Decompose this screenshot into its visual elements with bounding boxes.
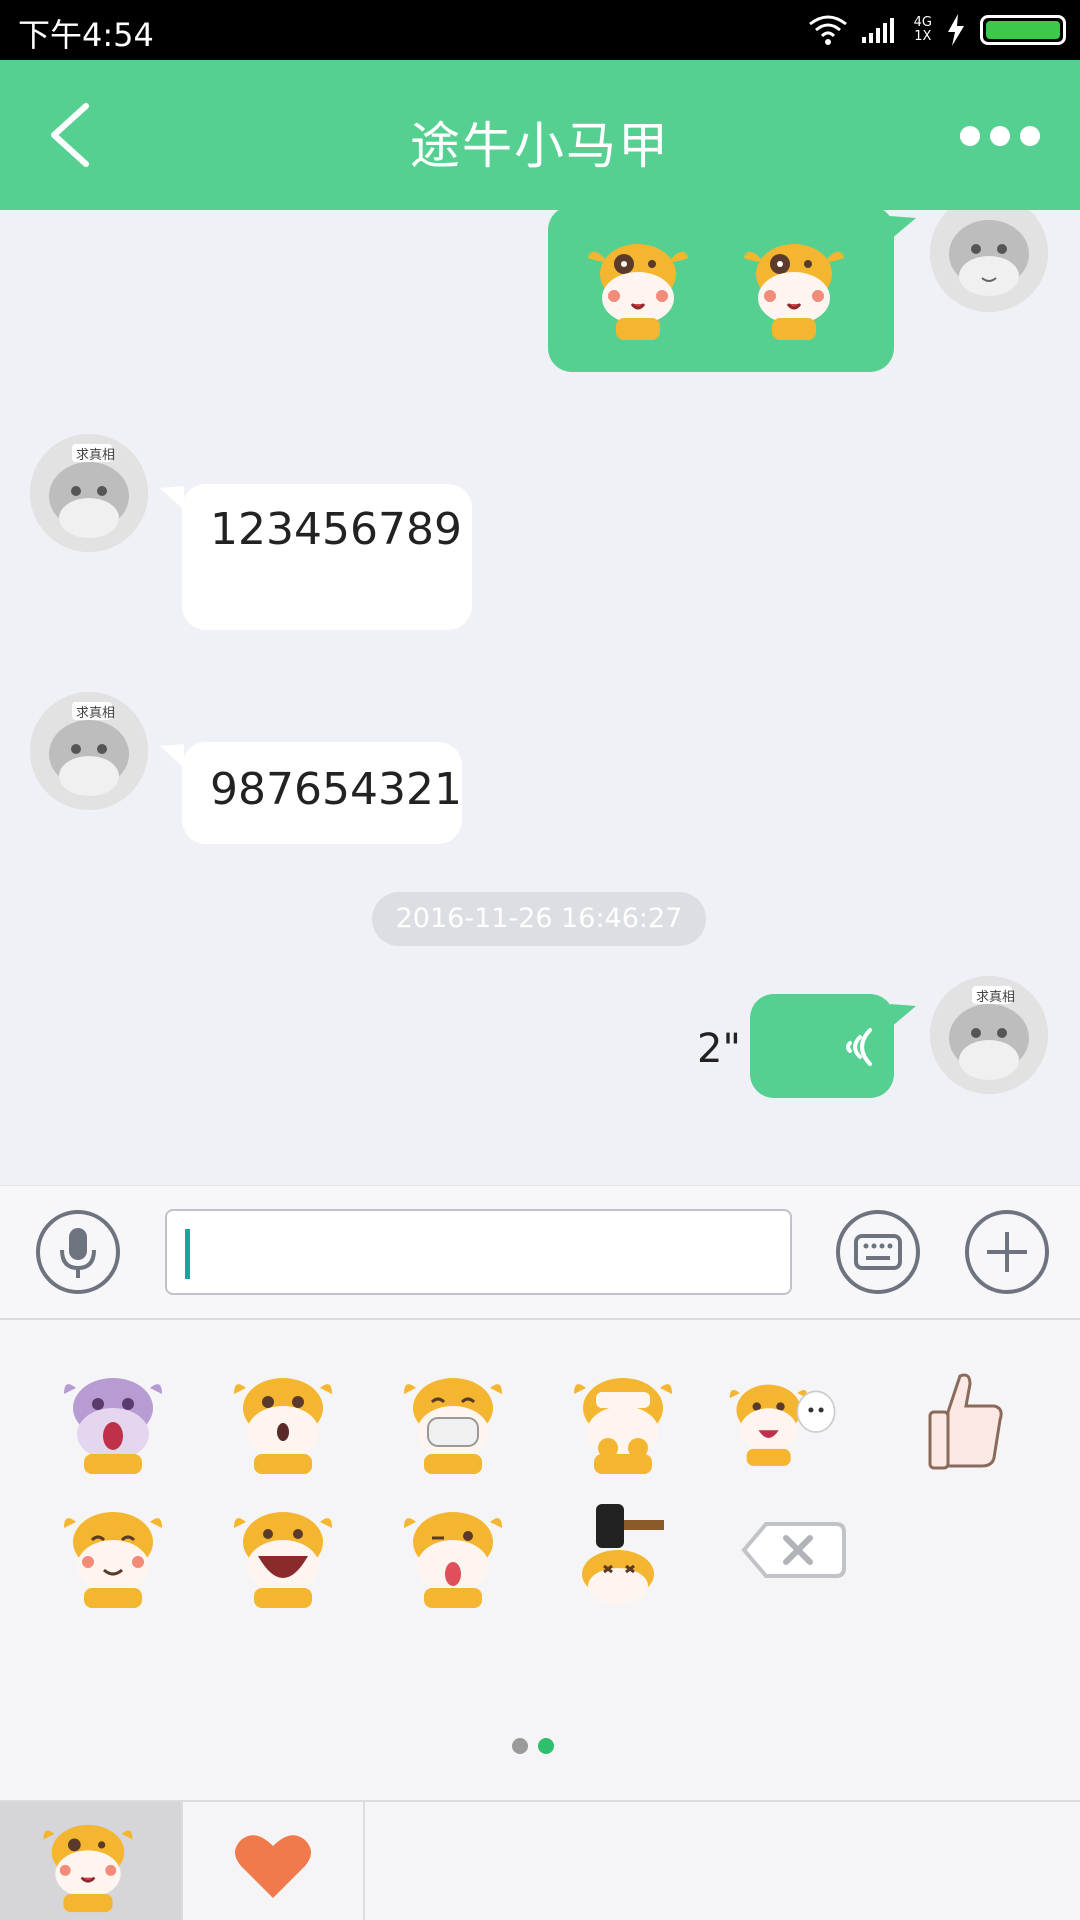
bubble-tail — [890, 216, 916, 240]
cow-smile-sticker[interactable] — [58, 1500, 168, 1610]
signal-icon — [861, 18, 894, 43]
cow-hug-friend-sticker[interactable] — [728, 1366, 838, 1476]
wifi-icon — [808, 15, 847, 45]
text-caret — [185, 1229, 190, 1279]
sticker-tab-bar — [0, 1800, 1080, 1920]
message-text: 987654321 — [210, 764, 462, 815]
sticker-message-bubble[interactable] — [548, 210, 894, 372]
charging-icon — [948, 14, 964, 46]
more-dots-icon[interactable] — [960, 126, 1040, 146]
voice-wave-icon — [846, 1028, 872, 1066]
text-message-bubble[interactable]: 987654321 — [182, 742, 462, 844]
battery-level — [986, 21, 1060, 39]
thumbs-up-sticker[interactable] — [908, 1366, 1018, 1476]
heart-tab[interactable] — [183, 1802, 365, 1920]
message-list[interactable]: 求真相 123456789 求真相 987654321 2016-11-26 1… — [0, 210, 1080, 1185]
chat-title: 途牛小马甲 — [410, 117, 670, 175]
avatar-label: 求真相 — [76, 448, 116, 463]
avatar[interactable]: 求真相 — [30, 692, 148, 810]
cow-mask-sticker[interactable] — [398, 1366, 508, 1476]
input-bar — [0, 1185, 1080, 1320]
bubble-tail — [160, 744, 184, 768]
cow-laugh-sticker[interactable] — [228, 1500, 338, 1610]
message-input[interactable] — [165, 1209, 792, 1295]
cow-hammer-sticker[interactable] — [568, 1500, 678, 1610]
microphone-icon[interactable] — [36, 1210, 120, 1294]
page-dot[interactable] — [512, 1738, 528, 1754]
avatar[interactable]: 求真相 — [930, 976, 1048, 1094]
chat-header: 途牛小马甲 — [0, 60, 1080, 210]
status-icons: 4G 1X — [808, 12, 1066, 48]
bubble-tail — [890, 1004, 916, 1028]
cow-shy-sticker — [588, 244, 688, 340]
cow-sticker-tab[interactable] — [0, 1802, 183, 1920]
message-timestamp: 2016-11-26 16:46:27 — [372, 892, 706, 946]
cow-shy-sticker — [744, 244, 844, 340]
battery-icon — [980, 15, 1066, 45]
keyboard-icon[interactable] — [836, 1210, 920, 1294]
delete-key-icon[interactable] — [740, 1510, 850, 1590]
avatar-label: 求真相 — [976, 990, 1016, 1005]
text-message-bubble[interactable]: 123456789 — [182, 484, 472, 630]
avatar-label: 求真相 — [76, 706, 116, 721]
network-type: 4G 1X — [913, 15, 932, 44]
status-bar: 下午4:54 4G 1X — [0, 0, 1080, 60]
cow-scream-sticker[interactable] — [58, 1366, 168, 1476]
page-indicator — [512, 1738, 554, 1754]
status-time: 下午4:54 — [18, 16, 154, 54]
cow-tongue-sticker[interactable] — [398, 1500, 508, 1610]
avatar[interactable] — [930, 210, 1048, 312]
message-text: 123456789 — [210, 504, 462, 555]
page-dot-active[interactable] — [538, 1738, 554, 1754]
heart-icon — [235, 1835, 311, 1898]
voice-message-bubble[interactable] — [750, 994, 894, 1098]
bubble-tail — [160, 486, 184, 510]
cow-surprise-sticker[interactable] — [228, 1366, 338, 1476]
plus-icon[interactable] — [965, 1210, 1049, 1294]
cow-tab-icon — [43, 1824, 133, 1913]
avatar-cow-image — [930, 210, 1048, 312]
emoji-panel — [0, 1320, 1080, 1800]
avatar[interactable]: 求真相 — [30, 434, 148, 552]
voice-duration: 2" — [697, 1026, 741, 1072]
cow-cover-face-sticker[interactable] — [568, 1366, 678, 1476]
